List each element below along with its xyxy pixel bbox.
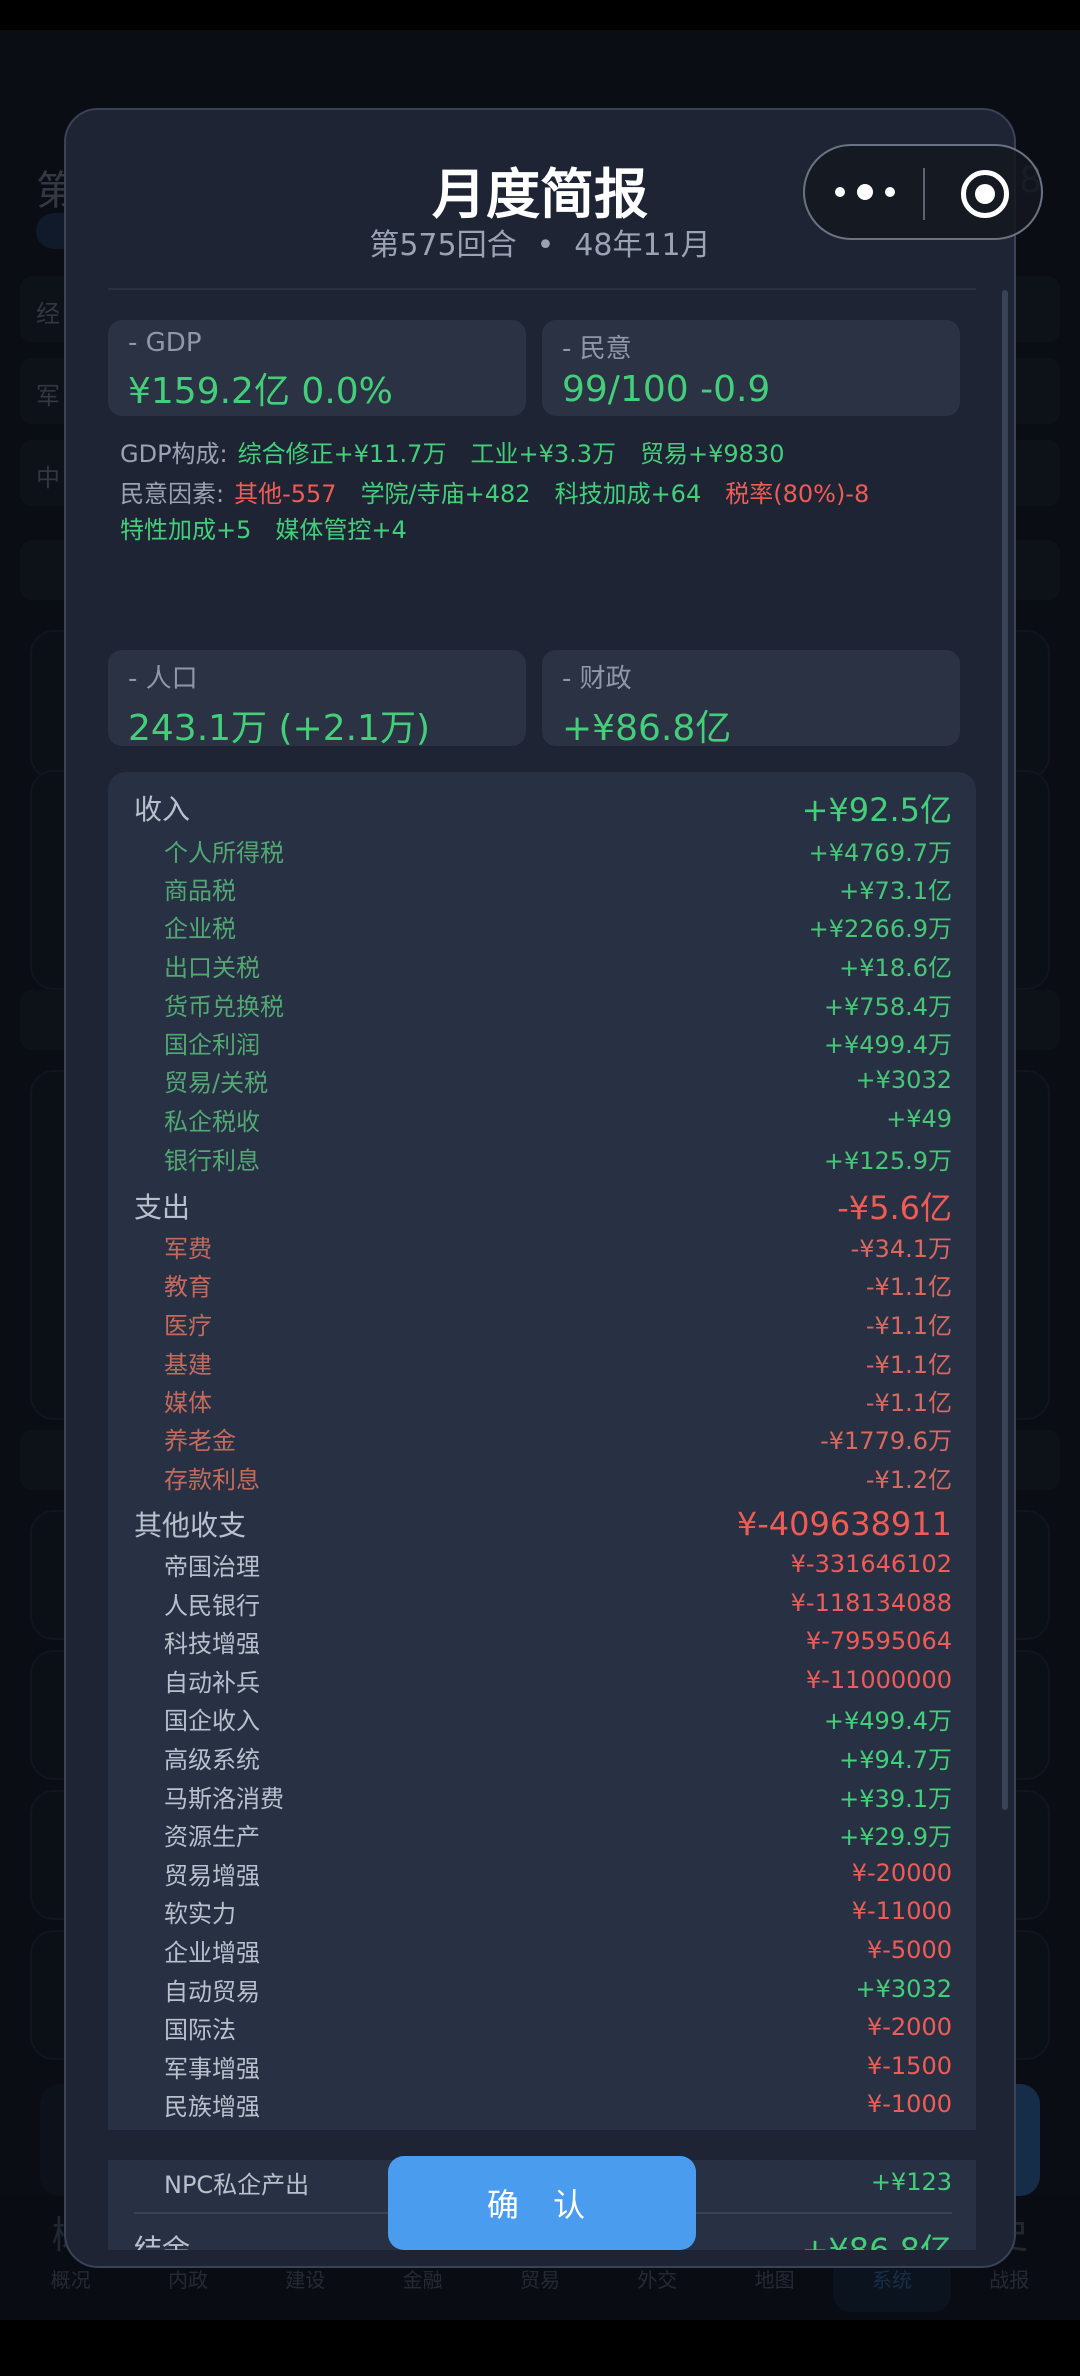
other-item: 自动补兵 ¥-11000000 [164, 1666, 952, 1697]
round-number: 第575回合 [369, 228, 517, 263]
gdp-breakdown: GDP构成: 综合修正+¥11.7万 工业+¥3.3万 贸易+¥9830 [120, 434, 808, 469]
approval-card: - 民意 99/100 -0.9 [542, 320, 960, 416]
income-total: +¥92.5亿 [801, 791, 952, 829]
capsule-divider [923, 168, 925, 220]
population-label: - 人口 [128, 664, 198, 694]
income-item: 个人所得税 +¥4769.7万 [164, 838, 952, 867]
approval-factor: 科技加成+64 [554, 480, 702, 508]
other-item: 贸易增强 ¥-20000 [164, 1859, 952, 1890]
other-title: 其他收支 [134, 1509, 247, 1542]
finance-card: - 财政 +¥86.8亿 [542, 650, 960, 749]
monthly-report-modal: 月度简报 第575回合 • 48年11月 - GDP ¥159.2亿 0.0% - … [64, 108, 1016, 2268]
population-card: - 人口 243.1万 (+2.1万) [108, 650, 526, 749]
other-item: 国际法 ¥-2000 [164, 2013, 952, 2044]
expense-item: 养老金 -¥1779.6万 [164, 1426, 952, 1455]
confirm-button[interactable]: 确 认 [388, 2156, 696, 2250]
gdp-item: 贸易+¥9830 [640, 440, 785, 468]
income-item: 出口关税 +¥18.6亿 [164, 953, 952, 982]
expense-item: 教育 -¥1.1亿 [164, 1272, 952, 1301]
other-item: 国企收入 +¥499.4万 [164, 1706, 952, 1735]
other-item: 高级系统 +¥94.7万 [164, 1745, 952, 1774]
gdp-item: 综合修正+¥11.7万 [237, 440, 447, 468]
other-item: 马斯洛消费 +¥39.1万 [164, 1784, 952, 1813]
approval-factor: 特性加成+5 [120, 516, 252, 544]
expense-total: -¥5.6亿 [837, 1189, 952, 1227]
navigation-bar [0, 2320, 1080, 2376]
approval-factor: 税率(80%)-8 [725, 480, 870, 508]
approval-factor: 媒体管控+4 [275, 516, 407, 544]
gdp-label: - GDP [128, 328, 202, 358]
balance-title: 结余 [134, 2233, 191, 2250]
more-icon[interactable] [835, 170, 895, 214]
expense-item: 医疗 -¥1.1亿 [164, 1311, 952, 1340]
other-item: 企业增强 ¥-5000 [164, 1936, 952, 1967]
gdp-value: ¥159.2亿 0.0% [128, 371, 393, 412]
population-value: 243.1万 (+2.1万) [128, 708, 431, 749]
income-item: 贸易/关税 +¥3032 [164, 1066, 952, 1097]
income-item: 银行利息 +¥125.9万 [164, 1146, 952, 1175]
income-item: 国企利润 +¥499.4万 [164, 1030, 952, 1059]
gdp-item: 工业+¥3.3万 [470, 440, 617, 468]
status-bar [0, 0, 1080, 30]
income-header: 收入 +¥92.5亿 [134, 786, 952, 830]
other-item: 科技增强 ¥-79595064 [164, 1627, 952, 1658]
gdp-breakdown-prefix: GDP构成: [120, 440, 228, 468]
approval-factors-line2: 特性加成+5 媒体管控+4 [120, 510, 431, 545]
expense-title: 支出 [134, 1191, 191, 1224]
close-target-icon[interactable] [961, 170, 1009, 218]
other-item: 民族增强 ¥-1000 [164, 2090, 952, 2121]
other-total: ¥-409638911 [736, 1505, 952, 1543]
balance-total: +¥86.8亿 [801, 2231, 952, 2250]
approval-factor: 学院/寺庙+482 [360, 480, 531, 508]
miniprogram-capsule [803, 144, 1043, 240]
finance-ledger: 收入 +¥92.5亿 个人所得税 +¥4769.7万 商品税 +¥73.1亿 企业税… [108, 772, 976, 2250]
finance-label: - 财政 [562, 664, 632, 694]
expense-item: 基建 -¥1.1亿 [164, 1350, 952, 1379]
expense-header: 支出 -¥5.6亿 [134, 1184, 952, 1228]
income-item: 货币兑换税 +¥758.4万 [164, 992, 952, 1021]
other-item: 自动贸易 +¥3032 [164, 1975, 952, 2006]
finance-value: +¥86.8亿 [562, 708, 732, 749]
expense-item: 军费 -¥34.1万 [164, 1234, 952, 1263]
approval-factors: 民意因素: 其他-557 学院/寺庙+482 科技加成+64 税率(80%)-8 [120, 474, 893, 509]
gdp-card: - GDP ¥159.2亿 0.0% [108, 320, 526, 416]
expense-item: 存款利息 -¥1.2亿 [164, 1465, 952, 1494]
income-title: 收入 [134, 793, 191, 826]
income-item: 企业税 +¥2266.9万 [164, 914, 952, 943]
approval-value: 99/100 -0.9 [562, 369, 771, 410]
other-header: 其他收支 ¥-409638911 [134, 1502, 952, 1546]
income-item: 商品税 +¥73.1亿 [164, 876, 952, 905]
approval-factor: 其他-557 [234, 480, 337, 508]
other-item: 软实力 ¥-11000 [164, 1897, 952, 1928]
report-scroll-area[interactable]: - GDP ¥159.2亿 0.0% - 民意 99/100 -0.9 GDP构… [108, 310, 976, 2250]
scrollbar[interactable] [1002, 290, 1008, 1810]
approval-factors-prefix: 民意因素: [120, 480, 225, 508]
other-item: 人民银行 ¥-118134088 [164, 1589, 952, 1620]
income-item: 私企税收 +¥49 [164, 1105, 952, 1136]
approval-label: - 民意 [562, 334, 632, 364]
game-date: 48年11月 [574, 228, 711, 263]
other-item: 资源生产 +¥29.9万 [164, 1822, 952, 1851]
other-item: 军事增强 ¥-1500 [164, 2052, 952, 2083]
separator-dot: • [536, 228, 555, 263]
expense-item: 媒体 -¥1.1亿 [164, 1388, 952, 1417]
other-item: 帝国治理 ¥-331646102 [164, 1550, 952, 1581]
divider [108, 288, 976, 290]
